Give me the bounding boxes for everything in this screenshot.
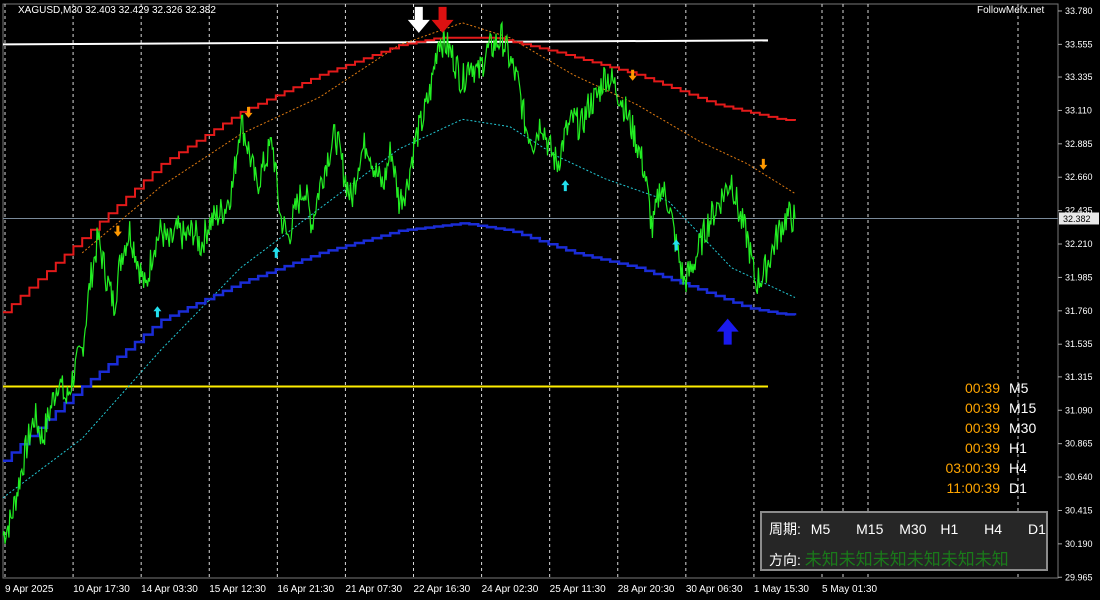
- countdown-time: 03:00:39: [945, 460, 1001, 476]
- x-tick-label: 16 Apr 21:30: [277, 584, 334, 595]
- x-tick-label: 14 Apr 03:30: [141, 584, 198, 595]
- y-tick-label: 29.965: [1065, 572, 1093, 582]
- countdown-time: 11:00:39: [946, 480, 1000, 496]
- lower-band-line: [2, 118, 796, 499]
- x-tick-label: 24 Apr 02:30: [482, 584, 539, 595]
- countdown-time: 00:39: [964, 380, 1000, 396]
- buy-arrow-icon: [561, 180, 570, 192]
- countdown-row-d1: 11:00:39 D1: [900, 480, 1080, 500]
- y-tick-label: 32.660: [1065, 172, 1093, 182]
- red-ma-line: [3, 36, 796, 314]
- y-tick-label: 33.780: [1065, 6, 1093, 16]
- period-m15: M15: [856, 521, 884, 537]
- countdown-row-h1: 00:39 H1: [900, 440, 1080, 460]
- countdown-timeframe: D1: [1009, 480, 1027, 496]
- y-tick-label: 33.335: [1065, 72, 1093, 82]
- x-tick-label: 30 Apr 06:30: [686, 584, 743, 595]
- countdown-time: 00:39: [964, 400, 1000, 416]
- big-up-arrow-blue-icon: [716, 318, 739, 345]
- period-m5: M5: [810, 521, 831, 537]
- y-tick-label: 33.555: [1065, 39, 1093, 49]
- countdown-row-m15: 00:39 M15: [900, 400, 1080, 420]
- period-h1: H1: [940, 521, 959, 537]
- big-down-arrow-red-icon: [431, 6, 454, 33]
- countdown-row-h4: 03:00:39 H4: [900, 460, 1080, 480]
- white-level-line: [2, 39, 769, 46]
- period-d1: D1: [1027, 521, 1046, 537]
- x-tick-label: 21 Apr 07:30: [345, 584, 402, 595]
- x-tick-label: 10 Apr 17:30: [73, 584, 130, 595]
- x-tick-label: 5 May 01:30: [822, 584, 877, 595]
- sell-arrow-icon: [113, 225, 122, 237]
- y-tick-label: 30.190: [1065, 539, 1093, 549]
- y-tick-label: 32.210: [1065, 239, 1093, 249]
- countdown-row-m5: 00:39 M5: [900, 380, 1080, 400]
- big-down-arrow-white-icon: [407, 6, 430, 33]
- countdown-timeframe: M5: [1009, 380, 1029, 396]
- direction-row: 方向: 未知未知未知未知未知未知: [769, 545, 1009, 570]
- y-tick-label: 30.415: [1065, 505, 1093, 515]
- x-tick-label: 28 Apr 20:30: [618, 584, 675, 595]
- buy-arrow-icon: [272, 246, 281, 258]
- price-chart[interactable]: 9 Apr 2025 10 Apr 17:30 14 Apr 03:30 15 Apr…: [0, 0, 1100, 600]
- countdown-timeframe: M15: [1009, 400, 1037, 416]
- countdown-timeframe: M30: [1009, 420, 1037, 436]
- y-tick-label: 31.985: [1065, 272, 1093, 282]
- symbol-ohlc-label: XAGUSD,M30 32.403 32.429 32.326 32.382: [18, 5, 216, 16]
- countdown-row-m30: 00:39 M30: [900, 420, 1080, 440]
- x-tick-label: 22 Apr 16:30: [414, 584, 471, 595]
- period-row: 周期: M5 M15 M30 H1 H4 D1: [769, 519, 1060, 539]
- period-h4: H4: [984, 521, 1003, 537]
- y-tick-label: 31.760: [1065, 306, 1093, 316]
- period-m30: M30: [899, 521, 927, 537]
- period-label: 周期:: [769, 521, 801, 537]
- y-tick-label: 33.110: [1065, 105, 1092, 115]
- direction-panel: 周期: M5 M15 M30 H1 H4 D1 方向: 未知未知未知未知未知未知: [760, 511, 1048, 571]
- buy-arrow-icon: [153, 306, 162, 318]
- x-tick-label: 15 Apr 12:30: [209, 584, 266, 595]
- current-price-label: 32.382: [1063, 214, 1091, 224]
- countdown-timeframe: H1: [1009, 440, 1027, 456]
- x-tick-label: 9 Apr 2025: [5, 584, 54, 595]
- direction-label: 方向:: [769, 552, 801, 568]
- price-series-line: [2, 20, 796, 544]
- x-tick-label: 25 Apr 11:30: [550, 584, 606, 595]
- brand-label: FollowMefx.net: [977, 5, 1045, 16]
- countdown-timeframe: H4: [1009, 460, 1027, 476]
- countdown-time: 00:39: [964, 420, 1000, 436]
- countdown-time: 00:39: [964, 440, 1000, 456]
- y-tick-label: 32.885: [1065, 139, 1093, 149]
- sell-arrow-icon: [759, 158, 768, 170]
- x-tick-label: 1 May 15:30: [754, 584, 809, 595]
- direction-values: 未知未知未知未知未知未知: [804, 550, 1009, 569]
- y-tick-label: 31.535: [1065, 339, 1093, 349]
